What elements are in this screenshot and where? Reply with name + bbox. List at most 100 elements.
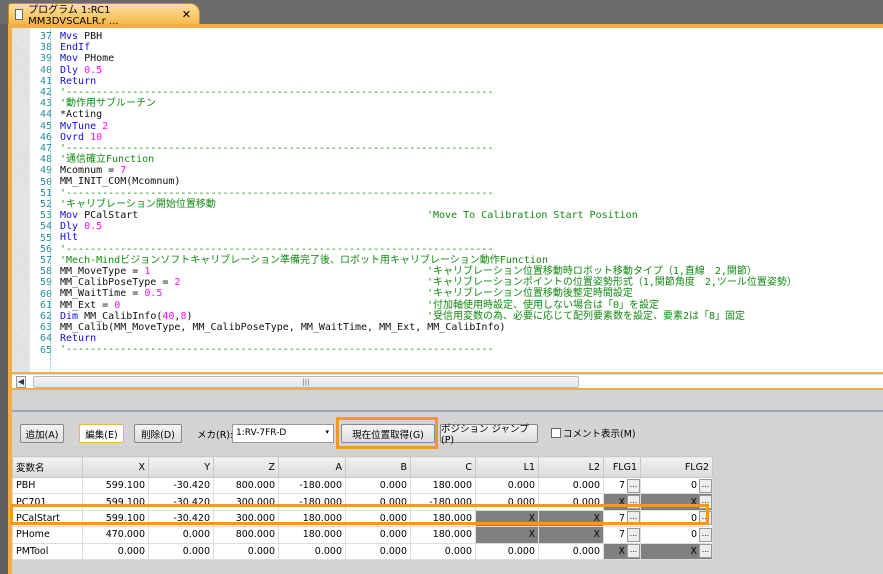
flag-edit-button[interactable]: ... (627, 544, 640, 559)
code-line: '---------------------------------------… (60, 87, 548, 98)
code-token: ) (186, 310, 193, 322)
tab-program[interactable]: プログラム 1:RC1 MM3DVSCALR.r ... ✕ (8, 3, 200, 27)
table-cell[interactable]: 0... (640, 476, 713, 495)
line-number: 38 (39, 42, 52, 54)
column-header[interactable]: Z (213, 456, 279, 478)
table-row[interactable]: PHome 470.000 0.000 800.000 180.000 0.000 180.… (12, 526, 713, 544)
line-number: 56 (39, 243, 52, 255)
table-cell[interactable]: 7... (603, 476, 641, 495)
scrollbar-thumb[interactable]: ||| (33, 376, 579, 388)
column-header[interactable]: B (345, 456, 411, 478)
position-jump-button[interactable]: ポジション ジャンプ(P) (440, 424, 538, 446)
flag-edit-button[interactable]: ... (699, 478, 712, 493)
column-header[interactable]: C (410, 456, 476, 478)
code-line: MM_MoveType = 1 'キャリブレーション位置移動時ロボット移動タイプ（… (60, 266, 757, 277)
table-cell[interactable]: 599.100 (82, 476, 149, 495)
table-cell[interactable]: 0.000 (82, 542, 149, 560)
table-cell[interactable]: 0.000 (345, 526, 411, 544)
code-line: Mcomnum = 7 (60, 165, 548, 176)
code-line: Hlt (60, 232, 548, 243)
column-header[interactable]: X (82, 456, 149, 478)
edit-button[interactable]: 編集(E) (79, 424, 124, 443)
code-token: Dly (60, 64, 79, 76)
add-button[interactable]: 追加(A) (20, 424, 64, 443)
code-line: Mvs PBH (60, 31, 548, 42)
table-row[interactable]: PMTool 0.000 0.000 0.000 0.000 0.000 0.000 0.00… (12, 542, 713, 560)
flag-value: 7 (618, 529, 625, 541)
table-cell[interactable]: PHome (12, 526, 83, 544)
table-cell[interactable]: 800.000 (213, 476, 279, 495)
table-cell[interactable]: PBH (12, 476, 83, 495)
code-line: '通信確立Function (60, 154, 548, 165)
column-header[interactable]: Y (148, 456, 214, 478)
table-cell[interactable]: 470.000 (82, 526, 149, 544)
table-cell[interactable]: 0.000 (213, 542, 279, 560)
table-cell[interactable]: X... (640, 542, 713, 560)
column-header[interactable]: FLG2 (640, 456, 713, 478)
code-token: '---------------------------------------… (60, 142, 494, 154)
column-header[interactable]: L2 (538, 456, 604, 478)
line-number: 53 (39, 210, 52, 222)
comment-toggle[interactable]: コメント表示(M) (551, 426, 636, 440)
flag-edit-button[interactable]: ... (699, 527, 712, 542)
code-token: 2 (102, 120, 109, 132)
column-header[interactable]: 変数名 (12, 456, 83, 478)
table-cell[interactable]: X (538, 526, 604, 544)
table-cell[interactable]: 0.000 (345, 476, 411, 495)
flag-edit-button[interactable]: ... (699, 544, 712, 559)
checkbox[interactable] (551, 428, 561, 438)
scroll-left-icon[interactable]: ◀ (16, 376, 26, 388)
code-token: MvTune (60, 120, 97, 132)
code-token: Dim (60, 310, 79, 322)
code-token: MM_WaitTime = (60, 288, 139, 300)
table-cell[interactable]: 7... (603, 526, 641, 544)
column-header[interactable]: A (278, 456, 346, 478)
table-cell[interactable]: 800.000 (213, 526, 279, 544)
table-cell[interactable]: 0... (640, 526, 713, 544)
flag-edit-button[interactable]: ... (627, 527, 640, 542)
code-line: Return (60, 333, 548, 344)
table-cell[interactable]: 0.000 (538, 476, 604, 495)
column-header[interactable]: L1 (475, 456, 539, 478)
table-cell[interactable]: 0.000 (538, 542, 604, 560)
table-cell[interactable]: 180.000 (410, 526, 476, 544)
table-cell[interactable]: -30.420 (148, 476, 214, 495)
code-token: Return (60, 333, 97, 345)
line-number: 45 (39, 120, 52, 132)
table-cell[interactable]: PMTool (12, 542, 83, 560)
code-token: 0.5 (144, 288, 163, 300)
table-cell[interactable]: 0.000 (475, 476, 539, 495)
code-token: MM_Ext = (60, 299, 109, 311)
code-token: '通信確立Function (60, 154, 155, 166)
line-number: 55 (39, 232, 52, 244)
table-cell[interactable]: 180.000 (410, 476, 476, 495)
table-row[interactable]: PBH 599.100 -30.420 800.000 -180.000 0.000 180… (12, 476, 713, 495)
table-cell[interactable]: 0.000 (148, 526, 214, 544)
line-number: 49 (39, 165, 52, 177)
code-line: EndIf (60, 42, 548, 53)
delete-button[interactable]: 削除(D) (134, 424, 182, 443)
maker-select[interactable]: 1:RV-7FR-D ▾ (232, 424, 334, 443)
table-cell[interactable]: 0.000 (345, 542, 411, 560)
code-token: PCalStart (84, 210, 139, 221)
table-cell[interactable]: X... (603, 542, 641, 560)
code-token: Return (60, 75, 97, 87)
flag-edit-button[interactable]: ... (627, 478, 640, 493)
code-token: Mcomnum = (60, 165, 115, 177)
table-cell[interactable]: 0.000 (410, 542, 476, 560)
table-cell[interactable]: X (475, 526, 539, 544)
horizontal-scrollbar[interactable]: ◀ ||| (12, 374, 883, 388)
code-text[interactable]: Mvs PBH EndIf Mov PHome Dly 0.5 Return '-----… (60, 31, 797, 355)
column-header[interactable]: FLG1 (603, 456, 641, 478)
code-editor[interactable]: 37 38 39 40 41 42 43 44 45 46 47 48 49 50 51 52 53 54 55 56… (12, 28, 883, 372)
code-token: 2 (174, 277, 181, 289)
code-token: '動作用サブルーチン (60, 98, 157, 110)
table-cell[interactable]: -180.000 (278, 476, 346, 495)
table-cell[interactable]: 0.000 (278, 542, 346, 560)
close-icon[interactable]: ✕ (182, 8, 191, 21)
code-token: Mov (60, 53, 79, 65)
table-cell[interactable]: 180.000 (278, 526, 346, 544)
code-token: Dly (60, 221, 79, 233)
table-cell[interactable]: 0.000 (475, 542, 539, 560)
table-cell[interactable]: 0.000 (148, 542, 214, 560)
